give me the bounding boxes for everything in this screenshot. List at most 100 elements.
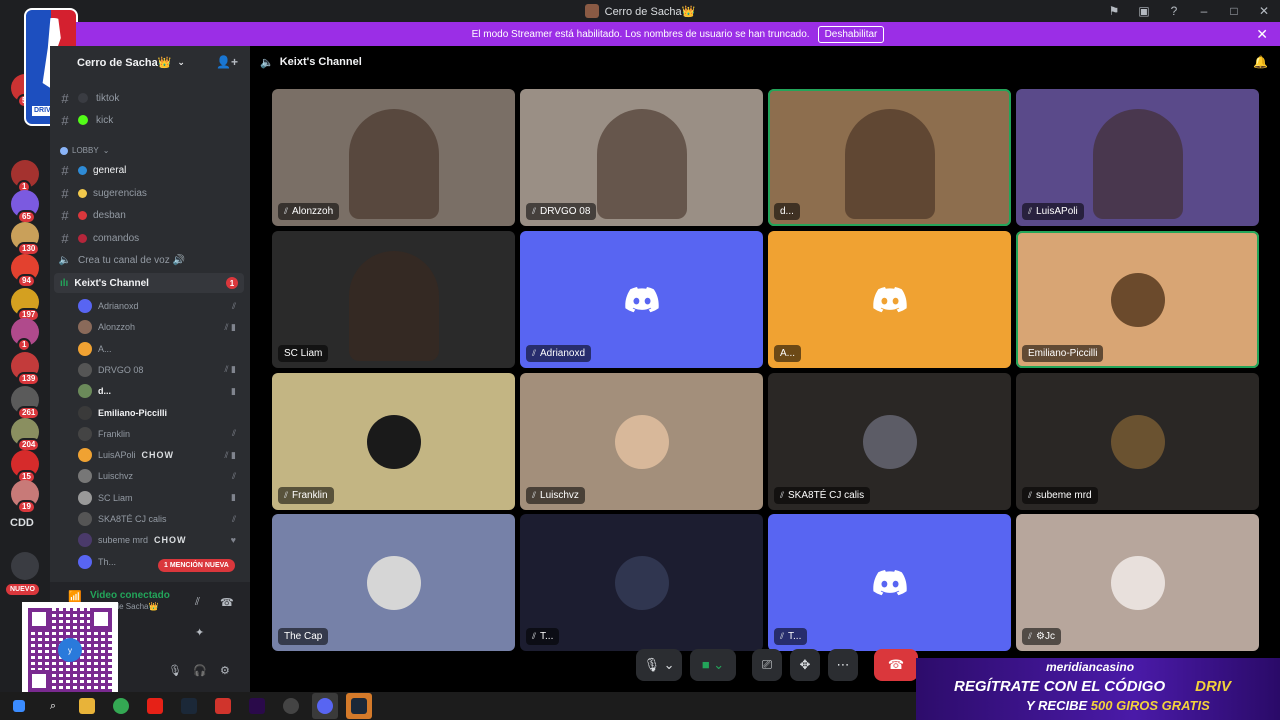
participant-tile[interactable]: ⫽ Franklin [272,373,515,510]
server-header[interactable]: Cerro de Sacha👑 ⌄ 👤+ [50,46,250,78]
mic-icon[interactable]: 🎙 [168,664,182,677]
disable-streamer-button[interactable]: Deshabilitar [817,25,885,43]
close-button[interactable]: ✕ [1256,3,1272,19]
invite-icon[interactable]: 👤+ [216,55,238,69]
disconnect-icon[interactable]: ☎ [220,596,234,609]
participant-tile[interactable]: ⫽ T... [520,514,763,651]
participant-tile[interactable]: Emiliano-Piccilli [1016,231,1259,368]
server-cdd[interactable]: CDD [10,517,34,529]
muted-mic-icon: ⫽ [532,490,537,500]
voice-member[interactable]: SC Liam ▮ [78,488,244,508]
participant-tile[interactable]: SC Liam [272,231,515,368]
channel-create-voice[interactable]: 🔈 Crea tu canal de voz 🔊 [58,250,244,270]
youtube-icon[interactable] [142,693,168,719]
participant-name: Emiliano-Piccilli [1028,348,1098,359]
voice-member[interactable]: SKA8TÉ CJ calis ⫽ [78,509,244,529]
new-badge[interactable]: NUEVO [6,584,39,595]
call-controls: 🎙 ⌄ ■ ⌄ ⎚ ✥ ⋯ ☎ [636,649,918,681]
maximize-button[interactable]: □ [1226,3,1242,19]
minimize-button[interactable]: – [1196,3,1212,19]
server-icon[interactable]: 1 [11,318,39,352]
ad-line2-a: Y RECIBE [1026,698,1088,713]
server-icon[interactable]: 15 [11,450,39,484]
server-icon[interactable]: 261 [11,386,41,420]
search-icon[interactable]: ⌕ [40,693,66,719]
screen-icon[interactable]: ▣ [1136,3,1152,19]
activity-icon[interactable]: ✦ [195,626,204,639]
member-name: Adrianoxd [98,301,139,311]
avatar [366,555,421,610]
channel-general[interactable]: # general [58,160,244,180]
voice-member[interactable]: A... [78,339,244,359]
participant-tile[interactable]: The Cap [272,514,515,651]
chrome-icon[interactable] [108,693,134,719]
voice-member[interactable]: Luischvz ⫽ [78,466,244,486]
inbox-icon[interactable]: ⚑ [1106,3,1122,19]
server-icon[interactable]: 139 [11,352,41,386]
participant-name-tag: ⫽ T... [774,628,808,645]
inbox-icon[interactable]: 🔔 [1253,55,1268,69]
more-button[interactable]: ⋯ [828,649,858,681]
server-icon[interactable]: 204 [11,418,41,452]
voice-member[interactable]: LuisAPoli CHOW ⫽ ▮ [78,445,244,465]
casino-ad[interactable]: meridiancasino REGÍTRATE CON EL CÓDIGO DR… [916,658,1280,720]
participant-tile[interactable]: ⫽ subeme mrd [1016,373,1259,510]
server-icon[interactable]: 65 [11,190,39,224]
participant-tile[interactable]: ⫽ Luischvz [520,373,763,510]
category-lobby[interactable]: LOBBY ⌄ [60,146,109,155]
help-icon[interactable]: ? [1166,3,1182,19]
channel-comandos[interactable]: # comandos [58,228,244,248]
steam-icon[interactable] [176,693,202,719]
screen-share-button[interactable]: ⎚ [752,649,782,681]
disconnect-button[interactable]: ☎ [874,649,918,681]
voice-member[interactable]: subeme mrd CHOW ♥ [78,530,244,550]
channel-tiktok[interactable]: # tiktok [58,88,244,108]
server-icon[interactable] [11,552,39,580]
voice-member[interactable]: Adrianoxd ⫽ [78,296,244,316]
noise-suppression-icon[interactable]: ⫽ [195,596,200,609]
server-icon[interactable]: 19 [11,480,39,514]
premiere-icon[interactable] [244,693,270,719]
participant-tile[interactable]: ⫽ DRVGO 08 [520,89,763,226]
steam-taskbar-icon[interactable] [346,693,372,719]
voice-member[interactable]: DRVGO 08 ⫽ ▮ [78,360,244,380]
headphones-icon[interactable]: 🎧 [193,664,207,677]
participant-tile[interactable]: A... [768,231,1011,368]
participant-name: Franklin [292,490,328,501]
channel-sugerencias[interactable]: # sugerencias [58,183,244,203]
participant-tile[interactable]: ⫽ Adrianoxd [520,231,763,368]
app-red-icon[interactable] [210,693,236,719]
server-icon[interactable]: 1 [11,160,39,194]
voice-channel-keixt[interactable]: ılı Keixt's Channel 1 [54,273,244,293]
participant-tile[interactable]: ⫽ SKA8TÉ CJ calis [768,373,1011,510]
server-icon[interactable]: 130 [11,222,41,256]
participant-tile[interactable]: ⫽ Alonzzoh [272,89,515,226]
new-mention-pill[interactable]: 1 MENCIÓN NUEVA [158,559,235,572]
discord-taskbar-icon[interactable] [312,693,338,719]
server-icon[interactable]: 197 [11,288,41,322]
participant-name-tag: ⫽ DRVGO 08 [526,203,597,220]
close-icon[interactable]: ✕ [1256,26,1268,43]
channel-desban[interactable]: # desban [58,205,244,225]
channel-kick[interactable]: # kick [58,110,244,130]
obs-icon[interactable] [278,693,304,719]
participant-tile[interactable]: d... [768,89,1011,226]
mic-toggle-button[interactable]: 🎙 ⌄ [636,649,682,681]
server-name: Cerro de Sacha👑 [77,56,172,69]
voice-member[interactable]: Alonzzoh ⫽ ▮ [78,317,244,337]
participant-tile[interactable]: ⫽ ⚙Jc [1016,514,1259,651]
activities-button[interactable]: ✥ [790,649,820,681]
hash-icon: # [61,112,69,128]
voice-member[interactable]: Franklin ⫽ [78,424,244,444]
member-name: A... [98,343,112,354]
voice-member[interactable]: Emiliano-Piccilli [78,403,244,423]
participant-tile[interactable]: ⫽ T... [768,514,1011,651]
heart-icon: ♥ [230,535,236,546]
explorer-icon[interactable] [74,693,100,719]
windows-start-icon[interactable] [6,693,32,719]
server-icon[interactable]: 94 [11,254,39,288]
camera-toggle-button[interactable]: ■ ⌄ [690,649,736,681]
settings-gear-icon[interactable]: ⚙ [220,664,230,677]
participant-tile[interactable]: ⫽ LuisAPoli [1016,89,1259,226]
voice-member[interactable]: d... ▮ [78,381,244,401]
